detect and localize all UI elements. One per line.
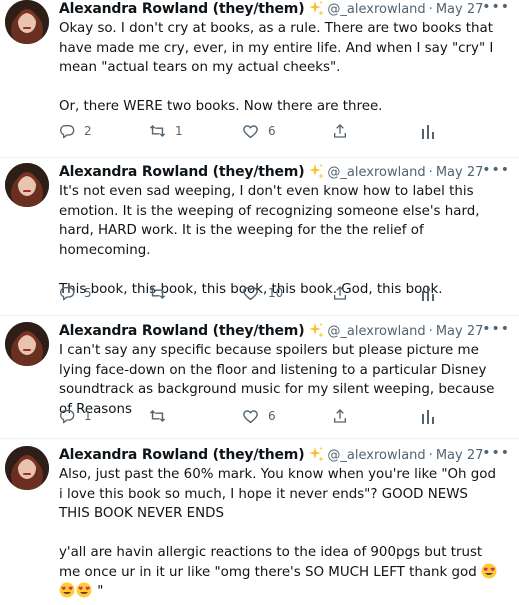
avatar[interactable] — [5, 446, 49, 490]
closing-quote: " — [97, 584, 104, 599]
retweet-count: 1 — [175, 124, 183, 138]
sparkles-icon — [308, 322, 325, 338]
divider — [0, 438, 519, 439]
heart-icon — [243, 287, 258, 301]
author-name[interactable]: Alexandra Rowland (they/them) — [59, 323, 305, 339]
reply-icon — [60, 410, 75, 424]
tweet[interactable]: Alexandra Rowland (they/them) @_alexrowla… — [0, 446, 519, 599]
tweet-text: Okay so. I don't cry at books, as a rule… — [59, 19, 499, 117]
retweet-button[interactable] — [149, 407, 175, 425]
tweet-text: It's not even sad weeping, I don't even … — [59, 182, 499, 299]
share-icon — [334, 409, 346, 423]
action-bar: 2 1 6 — [59, 122, 439, 140]
author-handle[interactable]: @_alexrowland — [327, 448, 425, 463]
divider — [0, 157, 519, 158]
analytics-icon — [422, 410, 434, 424]
tweet-paragraph-text: y'all are havin allergic reactions to th… — [59, 545, 483, 580]
tweet-header: Alexandra Rowland (they/them) @_alexrowla… — [59, 322, 483, 340]
tweet-paragraph-last: y'all are havin allergic reactions to th… — [59, 543, 499, 602]
reply-icon — [60, 287, 75, 301]
retweet-icon — [149, 410, 166, 422]
retweet-icon — [149, 287, 166, 299]
tweet-date[interactable]: May 27 — [436, 448, 484, 463]
more-icon[interactable]: ••• — [482, 446, 510, 460]
heart-icon — [243, 125, 258, 139]
tweet-date[interactable]: May 27 — [436, 2, 484, 17]
reply-button[interactable]: 2 — [59, 122, 92, 140]
tweet[interactable]: Alexandra Rowland (they/them) @_alexrowla… — [0, 163, 519, 323]
tweet[interactable]: Alexandra Rowland (they/them) @_alexrowla… — [0, 0, 519, 158]
separator: · — [428, 448, 433, 463]
heart-eyes-emoji — [76, 582, 92, 598]
heart-eyes-emoji — [481, 563, 497, 579]
author-handle[interactable]: @_alexrowland — [327, 324, 425, 339]
like-count: 6 — [268, 409, 276, 423]
share-button[interactable] — [332, 407, 348, 425]
more-icon[interactable]: ••• — [482, 0, 510, 14]
tweet-header: Alexandra Rowland (they/them) @_alexrowla… — [59, 163, 483, 181]
author-name[interactable]: Alexandra Rowland (they/them) — [59, 447, 305, 463]
retweet-button[interactable] — [149, 284, 175, 302]
tweet-paragraph: Okay so. I don't cry at books, as a rule… — [59, 21, 494, 75]
like-button[interactable]: 6 — [242, 122, 276, 140]
author-name[interactable]: Alexandra Rowland (they/them) — [59, 1, 305, 17]
tweet-date[interactable]: May 27 — [436, 165, 484, 180]
share-icon — [334, 124, 346, 138]
analytics-button[interactable] — [421, 284, 435, 302]
author-handle[interactable]: @_alexrowland — [327, 2, 425, 17]
like-count: 10 — [268, 286, 284, 300]
analytics-icon — [422, 287, 434, 301]
sparkles-icon — [308, 446, 325, 462]
tweet-text: Also, just past the 60% mark. You know w… — [59, 465, 499, 602]
avatar[interactable] — [5, 322, 49, 366]
avatar[interactable] — [5, 0, 49, 44]
reply-icon — [60, 125, 75, 139]
tweet-header: Alexandra Rowland (they/them) @_alexrowla… — [59, 0, 483, 18]
tweet-paragraph: Also, just past the 60% mark. You know w… — [59, 467, 496, 521]
reply-count: 1 — [84, 409, 92, 423]
separator: · — [428, 324, 433, 339]
retweet-button[interactable]: 1 — [149, 122, 183, 140]
analytics-icon — [422, 125, 434, 139]
share-button[interactable] — [332, 122, 348, 140]
sparkles-icon — [308, 0, 325, 16]
sparkles-icon — [308, 163, 325, 179]
retweet-icon — [149, 125, 166, 137]
avatar[interactable] — [5, 163, 49, 207]
like-button[interactable]: 6 — [242, 407, 276, 425]
action-bar: 5 10 — [59, 284, 439, 302]
separator: · — [428, 2, 433, 17]
reply-button[interactable]: 5 — [59, 284, 92, 302]
reply-count: 5 — [84, 286, 92, 300]
divider — [0, 315, 519, 316]
like-count: 6 — [268, 124, 276, 138]
heart-eyes-emoji — [59, 582, 75, 598]
reply-button[interactable]: 1 — [59, 407, 92, 425]
tweet-paragraph: Or, there WERE two books. Now there are … — [59, 99, 383, 114]
separator: · — [428, 165, 433, 180]
heart-icon — [243, 410, 258, 424]
author-name[interactable]: Alexandra Rowland (they/them) — [59, 164, 305, 180]
tweet-paragraph: It's not even sad weeping, I don't even … — [59, 184, 480, 258]
share-button[interactable] — [332, 284, 348, 302]
author-handle[interactable]: @_alexrowland — [327, 165, 425, 180]
action-bar: 1 6 — [59, 407, 439, 425]
reply-count: 2 — [84, 124, 92, 138]
analytics-button[interactable] — [421, 407, 435, 425]
analytics-button[interactable] — [421, 122, 435, 140]
like-button[interactable]: 10 — [242, 284, 283, 302]
more-icon[interactable]: ••• — [482, 163, 510, 177]
share-icon — [334, 286, 346, 300]
tweet[interactable]: Alexandra Rowland (they/them) @_alexrowla… — [0, 322, 519, 442]
tweet-header: Alexandra Rowland (they/them) @_alexrowla… — [59, 446, 483, 464]
tweet-date[interactable]: May 27 — [436, 324, 484, 339]
more-icon[interactable]: ••• — [482, 322, 510, 336]
